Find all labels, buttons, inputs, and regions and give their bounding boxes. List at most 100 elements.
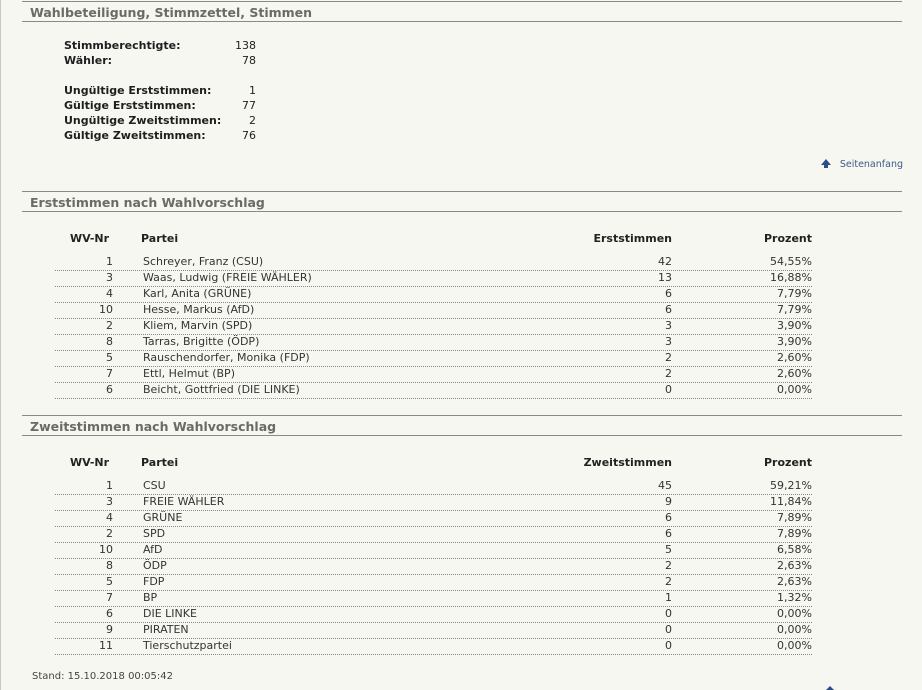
votes-cell: 42 (658, 255, 672, 268)
votes-cell: 0 (665, 383, 672, 396)
col-header-votes: Zweitstimmen (583, 456, 672, 469)
table-row: 4 Karl, Anita (GRÜNE) 6 7,79% (55, 286, 812, 303)
party-cell: Tierschutzpartei (143, 639, 232, 652)
stat-invalid-second: Ungültige Zweitstimmen: 2 (64, 113, 264, 128)
wv-nr-cell: 1 (106, 479, 113, 492)
party-cell: Karl, Anita (GRÜNE) (143, 287, 252, 300)
party-cell: ÖDP (143, 559, 167, 572)
wv-nr-cell: 7 (106, 367, 113, 380)
col-header-pct: Prozent (764, 232, 812, 245)
votes-cell: 0 (665, 623, 672, 636)
col-header-nr: WV-Nr (70, 232, 110, 245)
stat-value: 2 (249, 114, 256, 127)
table-row: 8 Tarras, Brigitte (ÖDP) 3 3,90% (55, 334, 812, 351)
wv-nr-cell: 11 (99, 639, 113, 652)
table-row: 3 Waas, Ludwig (FREIE WÄHLER) 13 16,88% (55, 270, 812, 287)
party-cell: AfD (143, 543, 163, 556)
party-cell: FDP (143, 575, 165, 588)
wv-nr-cell: 9 (106, 623, 113, 636)
percent-cell: 7,89% (777, 527, 812, 540)
table-row: 3 FREIE WÄHLER 9 11,84% (55, 494, 812, 511)
percent-cell: 0,00% (777, 623, 812, 636)
votes-cell: 6 (665, 511, 672, 524)
wv-nr-cell: 6 (106, 607, 113, 620)
percent-cell: 1,32% (777, 591, 812, 604)
table-row: 2 Kliem, Marvin (SPD) 3 3,90% (55, 318, 812, 335)
votes-cell: 13 (658, 271, 672, 284)
party-cell: Tarras, Brigitte (ÖDP) (143, 335, 260, 348)
percent-cell: 11,84% (770, 495, 812, 508)
section-header-turnout: Wahlbeteiligung, Stimmzettel, Stimmen (22, 1, 902, 22)
votes-cell: 3 (665, 319, 672, 332)
stat-label: Wähler: (64, 54, 113, 67)
party-cell: Beicht, Gottfried (DIE LINKE) (143, 383, 300, 396)
party-cell: Hesse, Markus (AfD) (143, 303, 255, 316)
party-cell: GRÜNE (143, 511, 183, 524)
votes-cell: 2 (665, 559, 672, 572)
stat-valid-second: Gültige Zweitstimmen: 76 (64, 128, 264, 143)
votes-cell: 0 (665, 639, 672, 652)
table-row: 10 Hesse, Markus (AfD) 6 7,79% (55, 302, 812, 319)
percent-cell: 2,63% (777, 575, 812, 588)
wv-nr-cell: 7 (106, 591, 113, 604)
percent-cell: 16,88% (770, 271, 812, 284)
party-cell: BP (143, 591, 158, 604)
wv-nr-cell: 10 (99, 543, 113, 556)
table-row: 2 SPD 6 7,89% (55, 526, 812, 543)
section-header-first-votes: Erststimmen nach Wahlvorschlag (22, 191, 902, 212)
table-row: 6 DIE LINKE 0 0,00% (55, 606, 812, 623)
back-to-top-label: Seitenanfang (839, 159, 903, 170)
party-cell: Waas, Ludwig (FREIE WÄHLER) (143, 271, 312, 284)
stat-value: 138 (235, 39, 256, 52)
stat-voters: Wähler: 78 (64, 53, 264, 68)
back-to-top-link[interactable]: Seitenanfang (820, 158, 903, 172)
stat-label: Stimmberechtigte: (64, 39, 181, 52)
party-cell: DIE LINKE (143, 607, 197, 620)
stat-invalid-first: Ungültige Erststimmen: 1 (64, 83, 264, 98)
wv-nr-cell: 8 (106, 335, 113, 348)
col-header-pct: Prozent (764, 456, 812, 469)
timestamp: Stand: 15.10.2018 00:05:42 (32, 671, 173, 682)
percent-cell: 0,00% (777, 639, 812, 652)
col-header-party: Partei (141, 232, 179, 245)
party-cell: Kliem, Marvin (SPD) (143, 319, 253, 332)
votes-cell: 6 (665, 527, 672, 540)
party-cell: PIRATEN (143, 623, 189, 636)
votes-cell: 0 (665, 607, 672, 620)
votes-cell: 6 (665, 303, 672, 316)
stat-value: 76 (242, 129, 256, 142)
votes-cell: 3 (665, 335, 672, 348)
party-cell: FREIE WÄHLER (143, 495, 225, 508)
col-header-votes: Erststimmen (593, 232, 672, 245)
table-row: 10 AfD 5 6,58% (55, 542, 812, 559)
up-arrow-icon (826, 686, 834, 690)
stat-label: Ungültige Zweitstimmen: (64, 114, 222, 127)
table-row: 5 Rauschendorfer, Monika (FDP) 2 2,60% (55, 350, 812, 367)
stat-label: Gültige Zweitstimmen: (64, 129, 206, 142)
wv-nr-cell: 8 (106, 559, 113, 572)
votes-cell: 9 (665, 495, 672, 508)
wv-nr-cell: 10 (99, 303, 113, 316)
percent-cell: 3,90% (777, 319, 812, 332)
table-row: 1 CSU 45 59,21% (55, 478, 812, 495)
percent-cell: 3,90% (777, 335, 812, 348)
percent-cell: 6,58% (777, 543, 812, 556)
up-arrow-icon (820, 159, 831, 168)
table-row: 6 Beicht, Gottfried (DIE LINKE) 0 0,00% (55, 382, 812, 399)
wv-nr-cell: 5 (106, 575, 113, 588)
table-row: 11 Tierschutzpartei 0 0,00% (55, 638, 812, 655)
wv-nr-cell: 2 (106, 527, 113, 540)
stat-value: 78 (242, 54, 256, 67)
percent-cell: 7,89% (777, 511, 812, 524)
wv-nr-cell: 3 (106, 271, 113, 284)
percent-cell: 7,79% (777, 303, 812, 316)
wv-nr-cell: 4 (106, 287, 113, 300)
col-header-party: Partei (141, 456, 179, 469)
party-cell: SPD (143, 527, 166, 540)
party-cell: Ettl, Helmut (BP) (143, 367, 235, 380)
wv-nr-cell: 1 (106, 255, 113, 268)
party-cell: Schreyer, Franz (CSU) (143, 255, 264, 268)
table-row: 7 Ettl, Helmut (BP) 2 2,60% (55, 366, 812, 383)
table-row: 8 ÖDP 2 2,63% (55, 558, 812, 575)
table-row: 9 PIRATEN 0 0,00% (55, 622, 812, 639)
